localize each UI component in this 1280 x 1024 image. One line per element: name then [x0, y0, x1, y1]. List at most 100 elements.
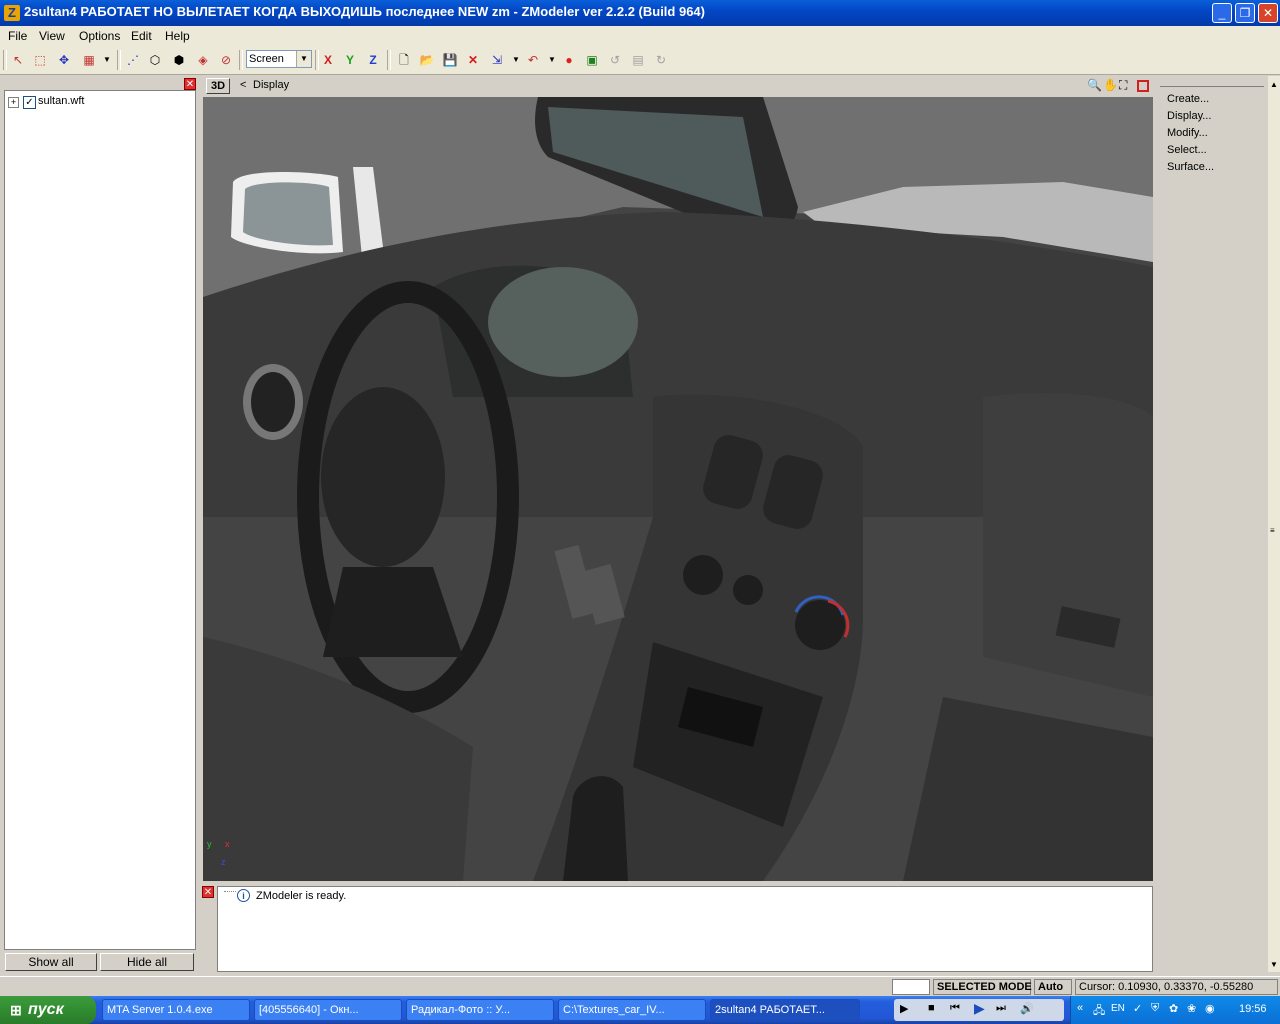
- viewport-header: 3D < Display 🔍 ✋ ⛶: [202, 76, 1152, 96]
- select-rect-icon[interactable]: ⬚: [31, 51, 49, 69]
- minimize-button[interactable]: _: [1212, 3, 1232, 23]
- previous-icon[interactable]: ⏮: [950, 1002, 960, 1015]
- zmodeler-app-icon[interactable]: Z: [4, 5, 20, 21]
- tree-item-checkbox[interactable]: ✓: [23, 96, 36, 109]
- task-firefox-radikal[interactable]: Радикал-Фото :: У...: [406, 999, 554, 1021]
- tray-app-icon[interactable]: ◉: [1205, 1002, 1215, 1015]
- antivirus-icon[interactable]: ✓: [1133, 1002, 1142, 1015]
- close-button[interactable]: ✕: [1258, 3, 1278, 23]
- task-textures-folder[interactable]: C:\Textures_car_IV...: [558, 999, 706, 1021]
- task-label: [405556640] - Окн...: [259, 1004, 359, 1016]
- axis-x-toggle[interactable]: X: [319, 51, 337, 69]
- axis-gizmo-z: z: [221, 857, 226, 867]
- toolbar: ↖ ⬚ ✥ ▦ ▼ ⋰ ⬡ ⬢ ◈ ⊘ X Y Z 🗋 📂 💾 ✕ ⇲ ▼ ↶ …: [0, 46, 1280, 75]
- viewport-nav-arrow[interactable]: <: [240, 79, 246, 91]
- select-mode-dropdown-icon[interactable]: ▼: [98, 51, 116, 69]
- messenger-icon[interactable]: ✿: [1169, 1002, 1178, 1015]
- network-icon[interactable]: 🖧: [1093, 1002, 1105, 1021]
- command-modify[interactable]: Modify...: [1167, 127, 1208, 139]
- task-chat-window[interactable]: [405556640] - Окн...: [254, 999, 402, 1021]
- select-tool-icon[interactable]: ↖: [9, 51, 27, 69]
- menu-view[interactable]: View: [39, 29, 65, 43]
- edge-mode-icon[interactable]: ◈: [194, 51, 212, 69]
- volume-icon[interactable]: 🔊: [1020, 1002, 1034, 1015]
- status-auto: Auto: [1034, 979, 1072, 995]
- view-mode-select[interactable]: Screen ▼: [246, 50, 312, 68]
- save-icon[interactable]: 💾: [441, 51, 459, 69]
- language-indicator[interactable]: EN: [1111, 1003, 1125, 1014]
- log-close-icon[interactable]: ✕: [202, 886, 214, 898]
- log-tree-line: [224, 891, 236, 892]
- scroll-up-icon[interactable]: ▲: [1270, 80, 1278, 89]
- maximize-button[interactable]: ❐: [1235, 3, 1255, 23]
- import-dropdown-icon[interactable]: ▼: [507, 51, 525, 69]
- open-folder-icon[interactable]: 📂: [418, 51, 436, 69]
- icq-icon[interactable]: ❀: [1187, 1002, 1196, 1015]
- viewport-display-menu[interactable]: Display: [253, 79, 289, 91]
- play-icon[interactable]: ▶: [900, 1002, 908, 1015]
- maximize-viewport-icon[interactable]: [1137, 80, 1149, 92]
- toolbar-separator: [117, 50, 121, 70]
- show-all-button[interactable]: Show all: [5, 953, 97, 971]
- record-icon[interactable]: ●: [560, 51, 578, 69]
- media-player-controls[interactable]: ▶ ■ ⏮ ▶ ⏭ 🔊: [894, 999, 1064, 1021]
- zoom-icon[interactable]: 🔍: [1087, 78, 1102, 92]
- 3d-viewport[interactable]: y z x: [203, 97, 1153, 881]
- status-mode: SELECTED MODE: [933, 979, 1032, 995]
- pan-hand-icon[interactable]: ✋: [1103, 78, 1118, 92]
- shield-icon[interactable]: ⛨: [1151, 1002, 1159, 1015]
- stop-icon[interactable]: ■: [928, 1002, 935, 1014]
- command-create[interactable]: Create...: [1167, 93, 1209, 105]
- undo-history-icon[interactable]: ↶: [524, 51, 542, 69]
- import-icon[interactable]: ⇲: [488, 51, 506, 69]
- command-panel-scrollbar[interactable]: ▲ ≡ ▼: [1268, 76, 1280, 972]
- zoom-extents-icon[interactable]: ⛶: [1119, 78, 1127, 93]
- menu-help[interactable]: Help: [165, 29, 190, 43]
- delete-icon[interactable]: ✕: [464, 51, 482, 69]
- clipboard-icon[interactable]: ▤: [629, 51, 647, 69]
- undo-icon[interactable]: ↺: [606, 51, 624, 69]
- chevron-down-icon[interactable]: ▼: [296, 51, 311, 67]
- viewport-mode-button[interactable]: 3D: [206, 78, 230, 94]
- next-icon[interactable]: ⏭: [996, 1002, 1006, 1015]
- car-interior-render: [203, 97, 1153, 881]
- status-cursor-coords: Cursor: 0.10930, 0.33370, -0.55280: [1075, 979, 1278, 995]
- hidden-mode-icon[interactable]: ⊘: [217, 51, 235, 69]
- object-mode-icon[interactable]: ⬢: [170, 51, 188, 69]
- title-bar[interactable]: Z 2sultan4 РАБОТАЕТ НО ВЫЛЕТАЕТ КОГДА ВЫ…: [0, 0, 1280, 26]
- scroll-down-icon[interactable]: ▼: [1270, 960, 1278, 969]
- play-main-icon[interactable]: ▶: [974, 1000, 985, 1017]
- tree-expander-icon[interactable]: +: [8, 97, 19, 108]
- menu-edit[interactable]: Edit: [131, 29, 152, 43]
- move-tool-icon[interactable]: ✥: [55, 51, 73, 69]
- window-title: 2sultan4 РАБОТАЕТ НО ВЫЛЕТАЕТ КОГДА ВЫХО…: [24, 4, 705, 19]
- task-mta-server[interactable]: MTA Server 1.0.4.exe: [102, 999, 250, 1021]
- tray-expand-icon[interactable]: «: [1077, 1002, 1083, 1014]
- axis-y-toggle[interactable]: Y: [341, 51, 359, 69]
- status-blank-field: [892, 979, 930, 995]
- command-display[interactable]: Display...: [1167, 110, 1211, 122]
- task-zmodeler[interactable]: 2sultan4 РАБОТАЕТ...: [710, 999, 860, 1021]
- menu-options[interactable]: Options: [79, 29, 120, 43]
- toolbar-grip: [3, 50, 7, 70]
- start-button[interactable]: ⊞ пуск: [0, 996, 96, 1024]
- axis-z-toggle[interactable]: Z: [364, 51, 382, 69]
- vertex-mode-icon[interactable]: ⋰: [124, 51, 142, 69]
- left-panel-close-icon[interactable]: ✕: [184, 78, 196, 90]
- scroll-grip-icon[interactable]: ≡: [1270, 526, 1275, 535]
- face-mode-icon[interactable]: ⬡: [146, 51, 164, 69]
- command-select[interactable]: Select...: [1167, 144, 1207, 156]
- command-surface[interactable]: Surface...: [1167, 161, 1214, 173]
- undo-history-dropdown-icon[interactable]: ▼: [543, 51, 561, 69]
- menu-file[interactable]: File: [8, 29, 27, 43]
- new-file-icon[interactable]: 🗋: [395, 51, 413, 69]
- select-mode-icon[interactable]: ▦: [80, 51, 98, 69]
- redo-icon[interactable]: ↻: [652, 51, 670, 69]
- log-panel[interactable]: i ZModeler is ready.: [217, 886, 1153, 972]
- hide-all-button[interactable]: Hide all: [100, 953, 194, 971]
- render-icon[interactable]: ▣: [583, 51, 601, 69]
- windows-logo-icon: ⊞: [10, 1002, 22, 1018]
- tree-item-label[interactable]: sultan.wft: [38, 95, 84, 107]
- axis-gizmo-y: y: [207, 839, 212, 849]
- object-tree[interactable]: + ✓ sultan.wft: [4, 90, 196, 950]
